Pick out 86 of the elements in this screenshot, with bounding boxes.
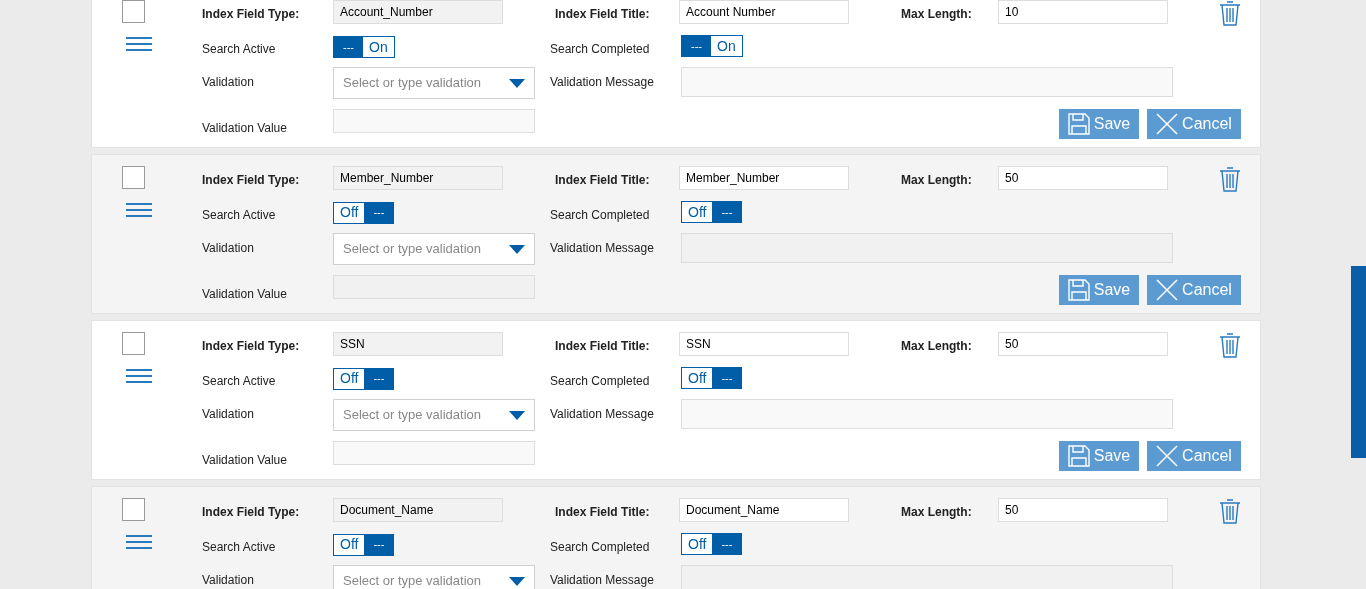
toggle-switch[interactable]: Off --- [681,533,743,555]
title-field[interactable]: Document_Name [679,498,849,522]
caret-icon [509,576,525,586]
field-label: Validation Value [202,121,287,135]
field-label: Validation [202,75,254,89]
toggle-knob: --- [364,534,394,555]
field-label: Search Completed [550,374,650,388]
caret-icon [509,410,525,420]
toggle-switch[interactable]: --- On [333,36,395,59]
max-length-field[interactable]: 50 [998,332,1168,356]
trash-icon[interactable] [1219,166,1241,192]
caret-icon [509,78,525,88]
row-checkbox[interactable] [122,166,145,189]
close-icon [1156,279,1179,301]
menu-icon[interactable] [126,37,152,51]
validation-select[interactable]: Select or type validation [333,67,535,99]
toggle-knob: --- [712,368,742,388]
field-label: Validation Message [550,573,654,587]
caret-icon [509,244,525,254]
validation-select[interactable]: Select or type validation [333,399,535,431]
row-checkbox[interactable] [122,498,145,521]
toggle-switch[interactable]: Off --- [681,201,743,223]
type-field[interactable]: Account_Number [333,0,503,24]
field-label: Max Length: [901,339,972,353]
field-label: Validation Message [550,241,654,255]
field-label: Search Completed [550,540,650,554]
field-label: Search Active [202,42,276,56]
max-length-field[interactable]: 50 [998,498,1168,522]
close-icon [1156,445,1179,467]
field-label: Validation Message [550,75,654,89]
row-checkbox[interactable] [122,332,145,355]
toggle-knob: --- [712,202,742,222]
title-field[interactable]: Account Number [679,0,849,24]
field-label: Validation [202,573,254,587]
type-field[interactable]: Document_Name [333,498,503,522]
title-field[interactable]: Member_Number [679,166,849,190]
trash-icon[interactable] [1219,332,1241,358]
field-label: Search Active [202,540,276,554]
field-label: Search Completed [550,42,650,56]
field-label: Max Length: [901,173,972,187]
toggle-switch[interactable]: Off --- [333,533,395,556]
field-label: Index Field Type: [202,505,300,519]
validation-value-field[interactable] [333,109,535,133]
menu-icon[interactable] [126,203,152,217]
field-label: Search Active [202,208,276,222]
toggle-knob: --- [682,36,711,56]
toggle-knob: --- [364,202,394,223]
field-label: Index Field Title: [555,7,650,21]
field-label: Index Field Type: [202,339,300,353]
field-label: Max Length: [901,505,972,519]
validation-value-field[interactable] [333,441,535,465]
trash-icon[interactable] [1219,498,1241,524]
field-label: Index Field Type: [202,173,300,187]
toggle-knob: --- [364,368,394,389]
field-label: Validation Value [202,287,287,301]
validation-message-field[interactable] [681,399,1173,429]
type-field[interactable]: Member_Number [333,166,503,190]
field-label: Validation Value [202,453,287,467]
title-field[interactable]: SSN [679,332,849,356]
validation-select[interactable]: Select or type validation [333,233,535,265]
menu-icon[interactable] [126,369,152,383]
toggle-switch[interactable]: Off --- [681,367,743,389]
max-length-field[interactable]: 10 [998,0,1168,24]
field-label: Max Length: [901,7,972,21]
field-label: Search Active [202,374,276,388]
menu-icon[interactable] [126,535,152,549]
toggle-knob: --- [334,37,363,58]
toggle-knob: --- [712,534,742,554]
validation-message-field[interactable] [681,67,1173,97]
row-checkbox[interactable] [122,0,145,23]
field-label: Index Field Title: [555,505,650,519]
field-label: Validation [202,241,254,255]
toggle-switch[interactable]: Off --- [333,367,395,390]
trash-icon[interactable] [1219,0,1241,26]
max-length-field[interactable]: 50 [998,166,1168,190]
field-label: Index Field Title: [555,339,650,353]
field-label: Validation [202,407,254,421]
validation-select[interactable]: Select or type validation [333,565,535,589]
toggle-switch[interactable]: --- On [681,35,743,57]
close-icon [1156,113,1179,135]
type-field[interactable]: SSN [333,332,503,356]
field-label: Search Completed [550,208,650,222]
toggle-switch[interactable]: Off --- [333,201,395,224]
field-label: Validation Message [550,407,654,421]
field-label: Index Field Title: [555,173,650,187]
field-label: Index Field Type: [202,7,300,21]
